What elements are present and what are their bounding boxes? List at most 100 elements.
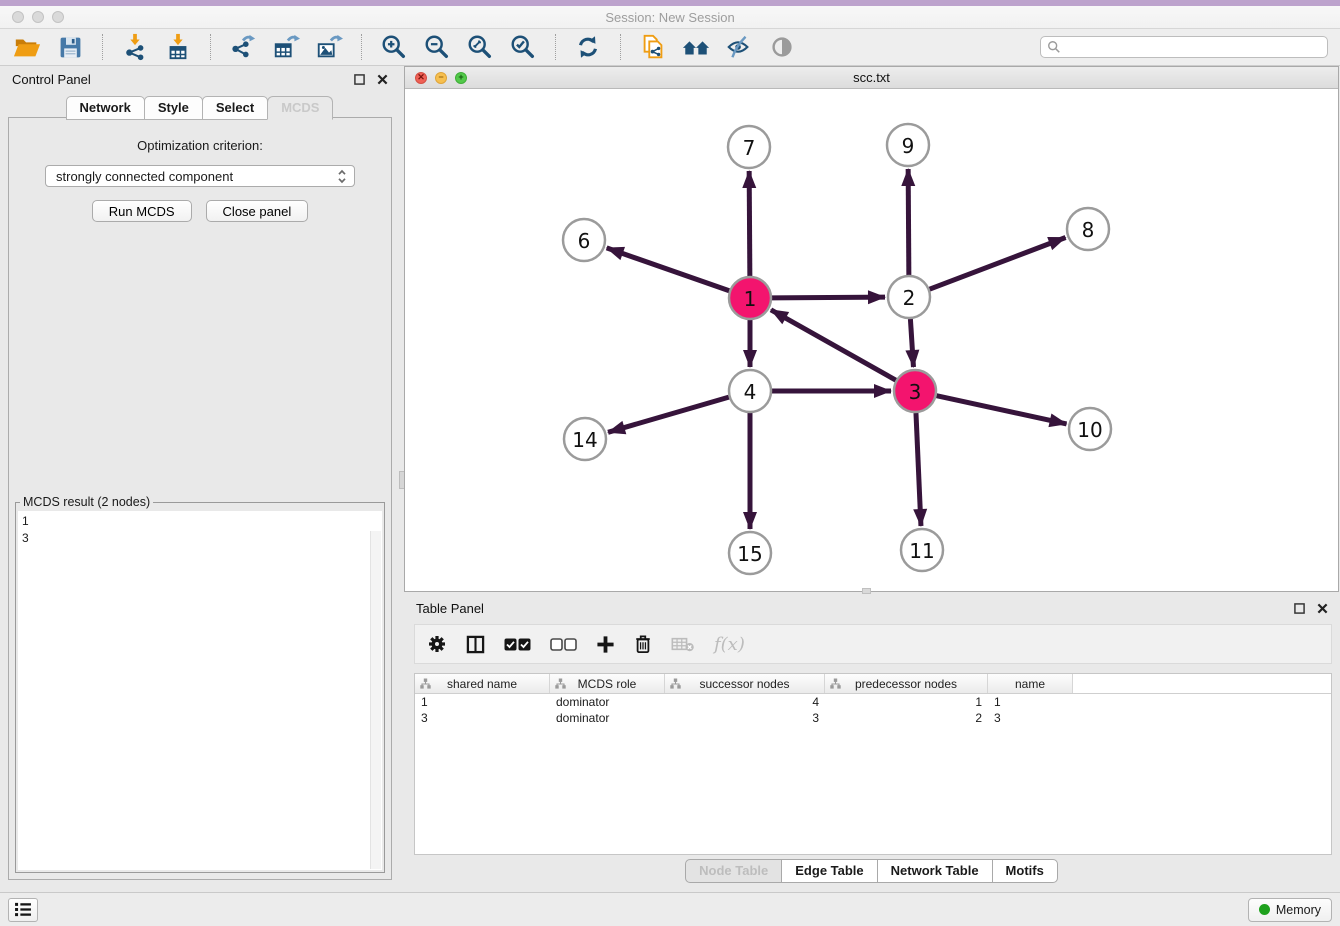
open-folder-icon xyxy=(13,33,41,61)
zoom-selected-button[interactable] xyxy=(508,32,538,62)
node-label-4: 4 xyxy=(744,380,757,404)
optimization-criterion-select[interactable]: strongly connected component xyxy=(45,165,355,187)
column-header-mcds-role[interactable]: MCDS role xyxy=(550,674,665,693)
tab-motifs[interactable]: Motifs xyxy=(992,859,1058,883)
plus-icon xyxy=(596,635,615,654)
table-body: 1dominator4113dominator323 xyxy=(415,694,1331,726)
hide-all-columns-button[interactable] xyxy=(550,633,577,655)
edge-2-to-8[interactable] xyxy=(930,238,1066,290)
optimization-criterion-label: Optimization criterion: xyxy=(9,138,391,153)
delete-column-button[interactable] xyxy=(634,633,652,655)
close-table-panel-button[interactable] xyxy=(1317,603,1328,614)
edge-2-to-9[interactable] xyxy=(908,169,909,275)
zoom-in-icon xyxy=(380,33,408,61)
import-table-button[interactable] xyxy=(163,32,193,62)
column-header-shared-name[interactable]: shared name xyxy=(415,674,550,693)
network-canvas[interactable]: 7968124314101511 xyxy=(405,89,1338,591)
show-graphics-details-button[interactable] xyxy=(724,32,754,62)
houses-icon xyxy=(681,33,711,61)
zoom-in-button[interactable] xyxy=(379,32,409,62)
edge-1-to-2[interactable] xyxy=(772,297,885,298)
task-history-button[interactable] xyxy=(8,898,38,922)
node-label-9: 9 xyxy=(902,134,915,158)
control-panel-title: Control Panel xyxy=(12,72,91,87)
float-table-panel-button[interactable] xyxy=(1294,603,1305,614)
table-cell: 1 xyxy=(988,695,1073,709)
network-window-titlebar[interactable]: ✕ − + scc.txt xyxy=(405,67,1338,89)
open-session-button[interactable] xyxy=(12,32,42,62)
tab-style[interactable]: Style xyxy=(144,96,203,120)
network-resize-grip[interactable] xyxy=(862,588,871,594)
memory-button[interactable]: Memory xyxy=(1248,898,1332,922)
trash-icon xyxy=(634,634,652,654)
export-table-button[interactable] xyxy=(271,32,301,62)
edge-3-to-11[interactable] xyxy=(916,413,921,526)
function-builder-button[interactable]: f(x) xyxy=(714,633,745,655)
float-panel-button[interactable] xyxy=(354,74,365,85)
memory-status-dot xyxy=(1259,904,1270,915)
task-list-icon xyxy=(14,902,32,917)
table-panel-title: Table Panel xyxy=(416,601,484,616)
edge-2-to-3[interactable] xyxy=(910,319,913,367)
node-label-2: 2 xyxy=(903,286,916,310)
zoom-selected-icon xyxy=(509,33,537,61)
first-neighbors-button[interactable] xyxy=(681,32,711,62)
result-scrollbar[interactable] xyxy=(370,531,381,869)
show-all-columns-button[interactable] xyxy=(504,633,531,655)
refresh-layout-icon xyxy=(574,33,602,61)
search-input[interactable] xyxy=(1065,40,1321,54)
export-network-button[interactable] xyxy=(228,32,258,62)
table-settings-button[interactable] xyxy=(427,633,447,655)
tab-select[interactable]: Select xyxy=(202,96,268,120)
table-toolbar: f(x) xyxy=(414,624,1332,664)
close-panel-button-action[interactable]: Close panel xyxy=(206,200,309,222)
export-network-icon xyxy=(229,33,257,61)
mcds-result-fieldset: MCDS result (2 nodes) 1 3 xyxy=(15,495,385,873)
edge-3-to-1[interactable] xyxy=(771,310,896,380)
table-row[interactable]: 3dominator323 xyxy=(415,710,1331,726)
table-panel: Table Panel xyxy=(404,595,1340,888)
network-graph[interactable]: 7968124314101511 xyxy=(405,89,1338,591)
tab-node-table[interactable]: Node Table xyxy=(685,859,782,883)
edge-3-to-10[interactable] xyxy=(936,396,1066,424)
apply-layout-button[interactable] xyxy=(573,32,603,62)
create-column-button[interactable] xyxy=(596,633,615,655)
zoom-out-button[interactable] xyxy=(422,32,452,62)
column-header-successor-nodes[interactable]: successor nodes xyxy=(665,674,825,693)
tab-mcds[interactable]: MCDS xyxy=(267,96,333,120)
split-table-view-button[interactable] xyxy=(466,633,485,655)
tab-network[interactable]: Network xyxy=(66,96,145,120)
mcds-result-list[interactable]: 1 3 xyxy=(18,511,382,870)
delete-table-button[interactable] xyxy=(671,633,695,655)
table-cell: 1 xyxy=(825,695,988,709)
birds-eye-view-button[interactable] xyxy=(767,32,797,62)
tab-edge-table[interactable]: Edge Table xyxy=(781,859,877,883)
edge-1-to-6[interactable] xyxy=(607,248,730,291)
table-row[interactable]: 1dominator411 xyxy=(415,694,1331,710)
edge-4-to-14[interactable] xyxy=(608,397,729,432)
edge-1-to-7[interactable] xyxy=(749,171,750,276)
column-header-name[interactable]: name xyxy=(988,674,1073,693)
run-mcds-button[interactable]: Run MCDS xyxy=(92,200,192,222)
node-label-14: 14 xyxy=(572,428,597,452)
duplicate-network-button[interactable] xyxy=(638,32,668,62)
node-label-10: 10 xyxy=(1077,418,1102,442)
status-bar: Memory xyxy=(0,892,1340,926)
duplicate-network-icon xyxy=(639,33,667,61)
tab-network-table[interactable]: Network Table xyxy=(877,859,993,883)
save-floppy-icon xyxy=(57,34,84,61)
import-network-button[interactable] xyxy=(120,32,150,62)
save-session-button[interactable] xyxy=(55,32,85,62)
node-label-15: 15 xyxy=(737,542,762,566)
table-cell: dominator xyxy=(550,711,665,725)
export-table-icon xyxy=(272,33,300,61)
export-image-button[interactable] xyxy=(314,32,344,62)
import-network-icon xyxy=(121,33,149,61)
eye-slash-icon xyxy=(725,33,753,61)
search-field[interactable] xyxy=(1040,36,1328,58)
zoom-fit-button[interactable] xyxy=(465,32,495,62)
network-view-window: ✕ − + scc.txt 7968124314101511 xyxy=(404,66,1339,592)
close-panel-button[interactable] xyxy=(377,74,388,85)
column-header-predecessor-nodes[interactable]: predecessor nodes xyxy=(825,674,988,693)
gear-icon xyxy=(427,634,447,654)
